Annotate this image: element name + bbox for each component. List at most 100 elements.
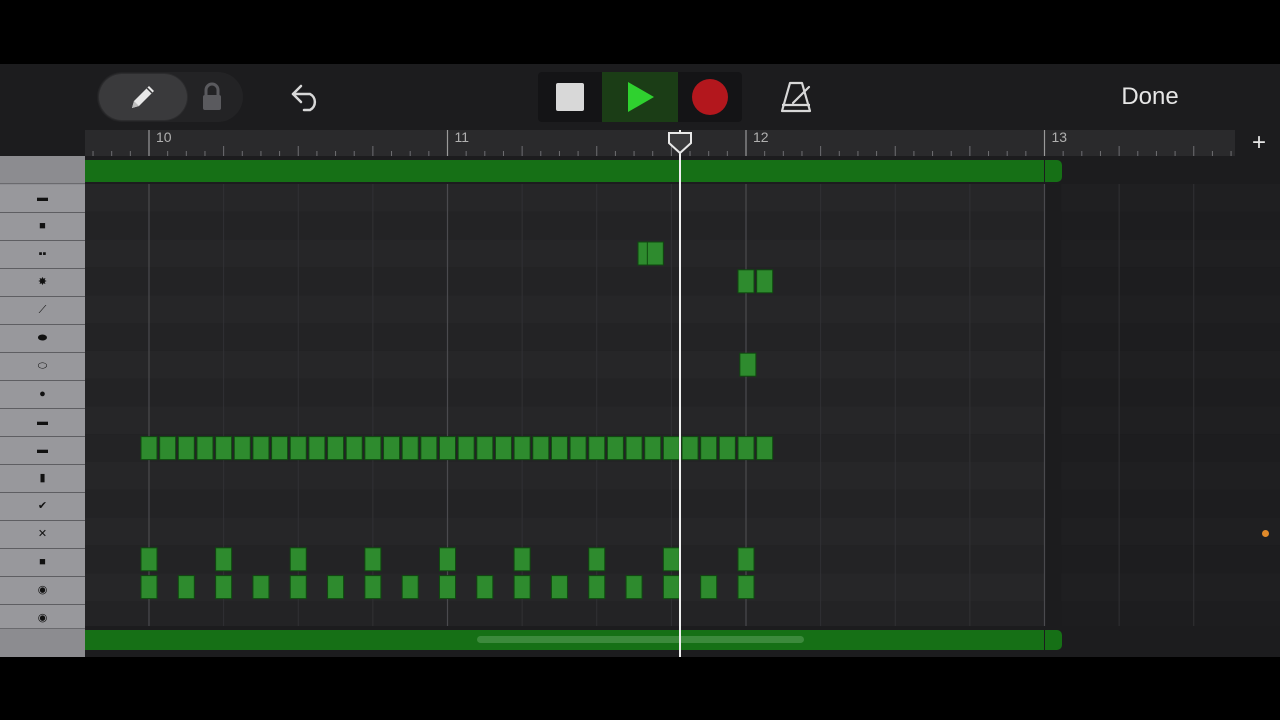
drum-note[interactable] — [494, 436, 512, 461]
drum-note[interactable] — [252, 436, 270, 461]
drum-note[interactable] — [606, 436, 624, 461]
lane-key-8[interactable]: ▬ — [0, 409, 85, 437]
undo-button[interactable] — [286, 78, 328, 116]
drum-note[interactable] — [737, 436, 755, 461]
drum-note[interactable] — [569, 436, 587, 461]
drum-note[interactable] — [177, 575, 195, 600]
lane-key-4[interactable]: ⟋ — [0, 297, 85, 325]
drum-note[interactable] — [289, 436, 307, 461]
play-button[interactable] — [602, 72, 678, 122]
region-end-handle-top[interactable] — [1044, 160, 1062, 182]
drum-note[interactable] — [401, 436, 419, 461]
drum-kit-icon: ▮ — [39, 472, 46, 484]
playhead-line[interactable] — [679, 130, 682, 657]
drum-note[interactable] — [401, 575, 419, 600]
drum-note[interactable] — [700, 575, 718, 600]
note-grid-canvas[interactable] — [85, 184, 1280, 626]
note-grid[interactable] — [85, 184, 1280, 626]
drum-note[interactable] — [439, 575, 456, 600]
drum-note[interactable] — [588, 436, 606, 461]
lane-key-10[interactable]: ▮ — [0, 465, 85, 493]
drum-note[interactable] — [644, 436, 662, 461]
lane-key-12[interactable]: ✕ — [0, 521, 85, 549]
drum-note[interactable] — [625, 436, 643, 461]
drum-note[interactable] — [550, 436, 568, 461]
drum-note[interactable] — [327, 575, 345, 600]
drum-note[interactable] — [737, 575, 755, 600]
lane-key-3[interactable]: ✸ — [0, 269, 85, 297]
drum-note[interactable] — [215, 547, 233, 572]
drum-note[interactable] — [662, 547, 680, 572]
drum-note[interactable] — [420, 436, 438, 461]
drum-note[interactable] — [476, 575, 494, 600]
lane-key-0[interactable]: ▬ — [0, 185, 85, 213]
drum-note[interactable] — [681, 436, 699, 461]
drum-note[interactable] — [756, 269, 774, 294]
pencil-tool-button[interactable] — [99, 74, 187, 120]
drum-note[interactable] — [140, 436, 158, 461]
lane-row — [85, 462, 1045, 490]
lane-key-14[interactable]: ◉ — [0, 577, 85, 605]
drum-note[interactable] — [252, 575, 270, 600]
lane-key-7[interactable]: ● — [0, 381, 85, 409]
drum-note[interactable] — [439, 436, 456, 461]
region-bar-top[interactable] — [85, 160, 1045, 182]
lane-key-6[interactable]: ⬭ — [0, 353, 85, 381]
drum-note[interactable] — [233, 436, 251, 461]
drum-note[interactable] — [625, 575, 643, 600]
drum-note[interactable] — [662, 575, 680, 600]
add-button[interactable]: + — [1246, 130, 1272, 156]
drum-note[interactable] — [662, 436, 680, 461]
drum-note[interactable] — [215, 575, 233, 600]
drum-note[interactable] — [140, 547, 158, 572]
drum-note[interactable] — [289, 547, 307, 572]
drum-note[interactable] — [271, 436, 289, 461]
drum-note[interactable] — [513, 575, 531, 600]
drum-note[interactable] — [364, 575, 382, 600]
lane-key-9[interactable]: ▬ — [0, 437, 85, 465]
record-button[interactable] — [680, 72, 740, 122]
drum-note[interactable] — [289, 575, 307, 600]
drum-note[interactable] — [513, 547, 531, 572]
drum-note[interactable] — [383, 436, 401, 461]
done-button[interactable]: Done — [1108, 80, 1192, 114]
drum-note[interactable] — [588, 547, 606, 572]
drum-note[interactable] — [327, 436, 345, 461]
drum-note[interactable] — [756, 436, 774, 461]
drum-note[interactable] — [159, 436, 177, 461]
horizontal-scrollbar[interactable] — [477, 636, 804, 643]
playhead-handle-icon[interactable] — [667, 131, 693, 155]
drum-note[interactable] — [700, 436, 718, 461]
stop-button[interactable] — [540, 72, 600, 122]
lane-key-13[interactable]: ■ — [0, 549, 85, 577]
timeline-ruler[interactable]: 10 11 12 13 — [85, 129, 1235, 156]
drum-note[interactable] — [646, 241, 664, 266]
drum-note[interactable] — [476, 436, 494, 461]
drum-note[interactable] — [739, 352, 757, 377]
region-end-handle-bottom[interactable] — [1044, 630, 1062, 650]
drum-note[interactable] — [345, 436, 363, 461]
drum-note[interactable] — [364, 436, 382, 461]
drum-note[interactable] — [550, 575, 568, 600]
drum-note[interactable] — [718, 436, 736, 461]
drum-note[interactable] — [588, 575, 606, 600]
metronome-button[interactable] — [776, 76, 816, 118]
drum-note[interactable] — [532, 436, 550, 461]
drum-note[interactable] — [308, 436, 326, 461]
drum-note[interactable] — [364, 547, 382, 572]
lane-key-5[interactable]: ⬬ — [0, 325, 85, 353]
drum-note[interactable] — [457, 436, 475, 461]
lane-key-1[interactable]: ■ — [0, 213, 85, 241]
lane-key-11[interactable]: ✔ — [0, 493, 85, 521]
lock-button[interactable] — [196, 78, 228, 116]
drum-note[interactable] — [737, 547, 755, 572]
lane-key-2[interactable]: ▪▪ — [0, 241, 85, 269]
drum-note[interactable] — [140, 575, 158, 600]
drum-note[interactable] — [737, 269, 755, 294]
drum-note[interactable] — [177, 436, 195, 461]
lane-row-outside — [1061, 462, 1280, 490]
drum-note[interactable] — [513, 436, 531, 461]
drum-note[interactable] — [196, 436, 214, 461]
drum-note[interactable] — [215, 436, 233, 461]
drum-note[interactable] — [439, 547, 456, 572]
